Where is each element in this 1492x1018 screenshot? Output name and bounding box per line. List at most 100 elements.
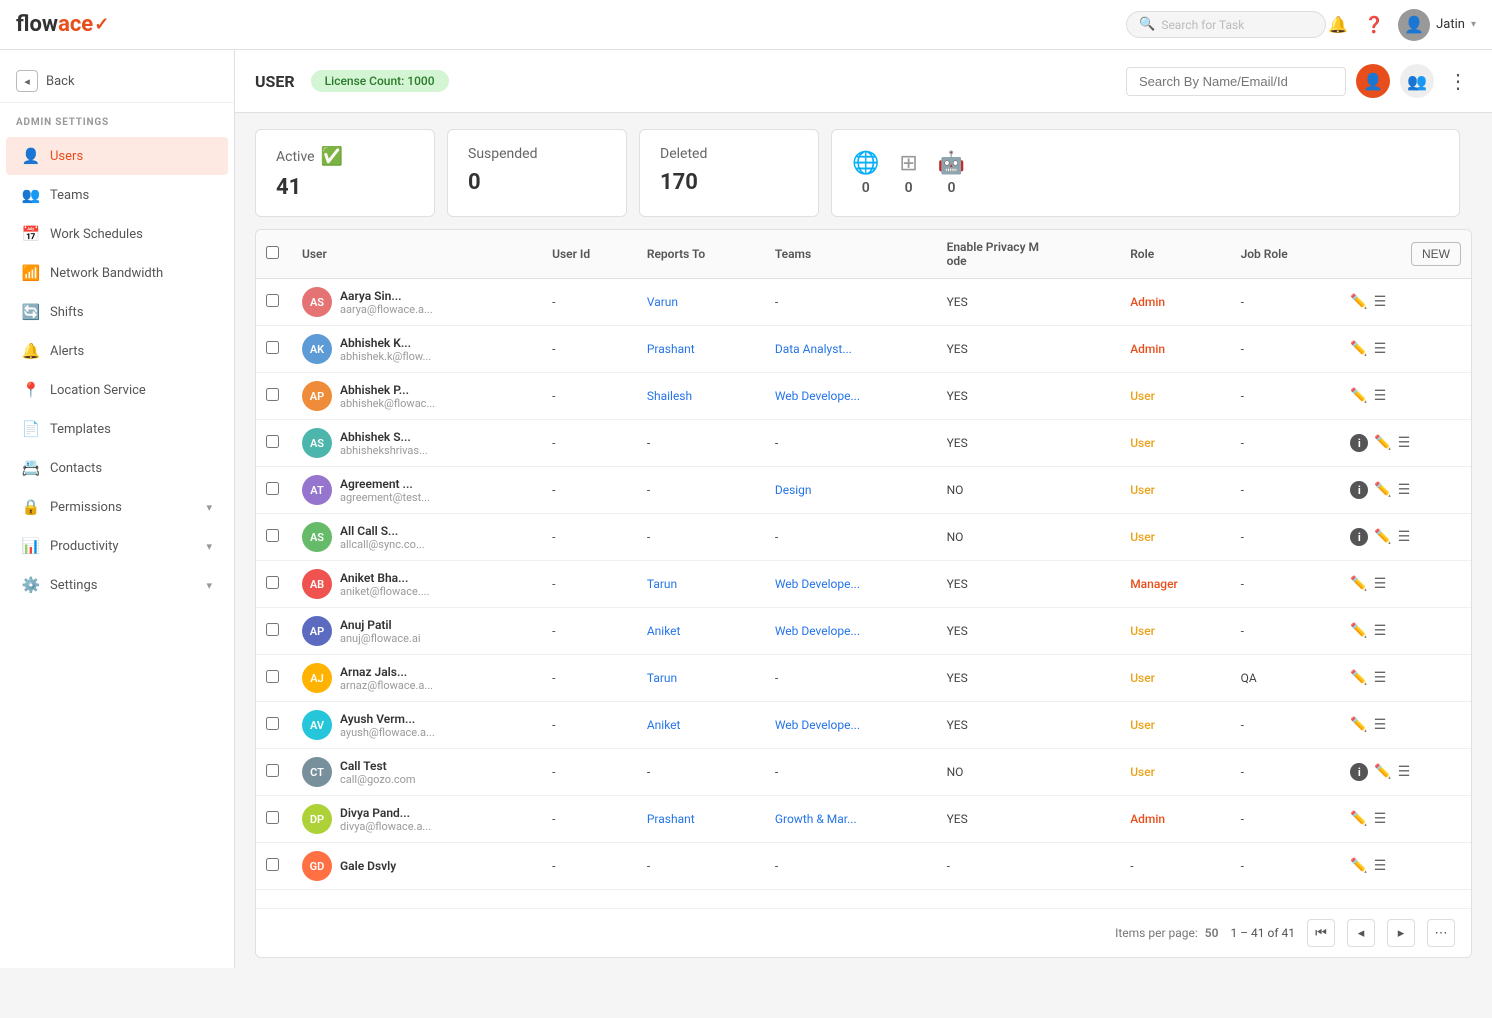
sidebar-item-location-service[interactable]: 📍 Location Service (6, 371, 228, 409)
sidebar-item-shifts[interactable]: 🔄 Shifts (6, 293, 228, 331)
edit-icon[interactable]: ✏️ (1374, 529, 1391, 545)
user-id: - (542, 373, 637, 420)
row-checkbox[interactable] (266, 435, 279, 448)
user-email: call@gozo.com (340, 773, 416, 786)
edit-icon[interactable]: ✏️ (1350, 388, 1367, 404)
menu-icon[interactable]: ☰ (1374, 811, 1387, 827)
suspended-stat-card: Suspended 0 (447, 129, 627, 217)
row-checkbox[interactable] (266, 529, 279, 542)
row-checkbox[interactable] (266, 576, 279, 589)
row-checkbox[interactable] (266, 341, 279, 354)
user-info: Anuj Patil anuj@flowace.ai (340, 618, 421, 645)
user-cell: AV Ayush Verm... ayush@flowace.a... (302, 710, 532, 740)
row-checkbox[interactable] (266, 670, 279, 683)
sidebar-item-settings[interactable]: ⚙️ Settings ▾ (6, 566, 228, 604)
edit-icon[interactable]: ✏️ (1350, 717, 1367, 733)
select-all-checkbox[interactable] (266, 246, 279, 259)
row-checkbox[interactable] (266, 623, 279, 636)
first-page-button[interactable]: ⏮ (1307, 919, 1335, 947)
action-icons: ✏️ ☰ (1350, 576, 1461, 592)
menu-icon[interactable]: ☰ (1398, 529, 1411, 545)
sidebar-item-permissions[interactable]: 🔒 Permissions ▾ (6, 488, 228, 526)
row-checkbox[interactable] (266, 294, 279, 307)
action-icons: i ✏️ ☰ (1350, 528, 1461, 546)
menu-icon[interactable]: ☰ (1374, 717, 1387, 733)
job-role: - (1231, 843, 1341, 890)
last-page-button[interactable]: ⋯ (1427, 919, 1455, 947)
work-schedules-icon: 📅 (22, 225, 40, 243)
edit-icon[interactable]: ✏️ (1350, 623, 1367, 639)
active-users-view-button[interactable]: 👤 (1356, 64, 1390, 98)
job-role: - (1231, 279, 1341, 326)
back-button[interactable]: ◂ Back (0, 60, 234, 103)
row-checkbox[interactable] (266, 811, 279, 824)
menu-icon[interactable]: ☰ (1374, 341, 1387, 357)
sidebar-item-network-bandwidth[interactable]: 📶 Network Bandwidth (6, 254, 228, 292)
table-row: AS All Call S... allcall@sync.co... - - … (256, 514, 1471, 561)
edit-icon[interactable]: ✏️ (1374, 764, 1391, 780)
all-users-view-button[interactable]: 👥 (1400, 64, 1434, 98)
menu-icon[interactable]: ☰ (1398, 482, 1411, 498)
more-options-button[interactable]: ⋮ (1444, 65, 1472, 98)
users-group-icon: 👥 (1407, 72, 1427, 91)
user-name: Arnaz Jals... (340, 665, 433, 679)
sidebar-item-productivity[interactable]: 📊 Productivity ▾ (6, 527, 228, 565)
table-row: CT Call Test call@gozo.com - - - NO User… (256, 749, 1471, 796)
sidebar-item-templates[interactable]: 📄 Templates (6, 410, 228, 448)
job-role: - (1231, 561, 1341, 608)
user-info: Arnaz Jals... arnaz@flowace.a... (340, 665, 433, 692)
user-email: divya@flowace.a... (340, 820, 431, 833)
user-email: aarya@flowace.a... (340, 303, 433, 316)
menu-icon[interactable]: ☰ (1374, 576, 1387, 592)
user-cell: GD Gale Dsvly (302, 851, 532, 881)
menu-icon[interactable]: ☰ (1398, 764, 1411, 780)
edit-icon[interactable]: ✏️ (1374, 435, 1391, 451)
edit-icon[interactable]: ✏️ (1374, 482, 1391, 498)
new-user-button[interactable]: NEW (1411, 242, 1461, 266)
row-checkbox[interactable] (266, 482, 279, 495)
task-search[interactable]: 🔍 Search for Task (1126, 11, 1326, 38)
sidebar-item-contacts[interactable]: 📇 Contacts (6, 449, 228, 487)
menu-icon[interactable]: ☰ (1374, 294, 1387, 310)
row-checkbox[interactable] (266, 764, 279, 777)
row-checkbox[interactable] (266, 858, 279, 871)
edit-icon[interactable]: ✏️ (1350, 858, 1367, 874)
menu-icon[interactable]: ☰ (1398, 435, 1411, 451)
info-button[interactable]: i (1350, 434, 1368, 452)
notifications-icon[interactable]: 🔔 (1326, 13, 1350, 37)
edit-icon[interactable]: ✏️ (1350, 294, 1367, 310)
user-info: Aniket Bha... aniket@flowace.... (340, 571, 429, 598)
info-button[interactable]: i (1350, 481, 1368, 499)
suspended-count: 0 (468, 170, 606, 195)
menu-icon[interactable]: ☰ (1374, 858, 1387, 874)
info-button[interactable]: i (1350, 528, 1368, 546)
row-checkbox[interactable] (266, 717, 279, 730)
info-button[interactable]: i (1350, 763, 1368, 781)
search-users-input[interactable] (1126, 67, 1346, 96)
sidebar-item-alerts[interactable]: 🔔 Alerts (6, 332, 228, 370)
user-menu[interactable]: 👤 Jatin ▾ (1398, 9, 1476, 41)
user-filled-icon: 👤 (1363, 72, 1383, 91)
menu-icon[interactable]: ☰ (1374, 388, 1387, 404)
next-page-button[interactable]: ▸ (1387, 919, 1415, 947)
edit-icon[interactable]: ✏️ (1350, 670, 1367, 686)
prev-page-button[interactable]: ◂ (1347, 919, 1375, 947)
sidebar-item-work-schedules[interactable]: 📅 Work Schedules (6, 215, 228, 253)
logo: flowace✓ (16, 12, 109, 37)
help-icon[interactable]: ❓ (1362, 13, 1386, 37)
edit-icon[interactable]: ✏️ (1350, 811, 1367, 827)
row-checkbox[interactable] (266, 388, 279, 401)
reports-to: - (637, 749, 765, 796)
menu-icon[interactable]: ☰ (1374, 623, 1387, 639)
col-privacy: Enable Privacy Mode (937, 230, 1121, 279)
reports-to: - (637, 843, 765, 890)
sidebar-item-teams[interactable]: 👥 Teams (6, 176, 228, 214)
edit-icon[interactable]: ✏️ (1350, 576, 1367, 592)
user-cell: AT Agreement ... agreement@test... (302, 475, 532, 505)
topnav-right: 🔔 ❓ 👤 Jatin ▾ (1326, 9, 1476, 41)
role: - (1120, 843, 1230, 890)
edit-icon[interactable]: ✏️ (1350, 341, 1367, 357)
user-email: abhishek@flowac... (340, 397, 435, 410)
menu-icon[interactable]: ☰ (1374, 670, 1387, 686)
sidebar-item-users[interactable]: 👤 Users (6, 137, 228, 175)
